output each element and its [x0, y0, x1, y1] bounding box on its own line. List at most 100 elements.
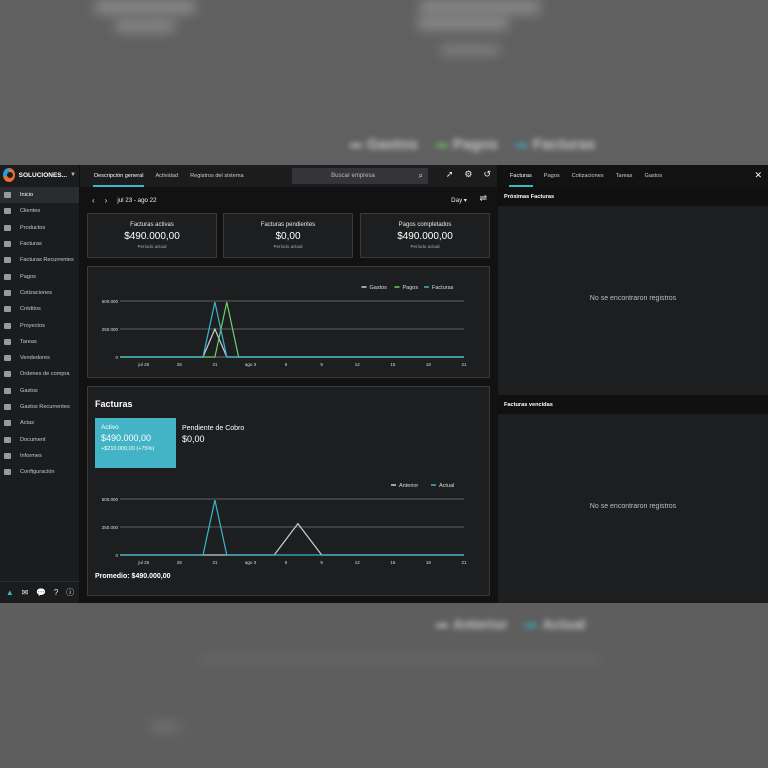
background-top: Gastos Pagos Facturas [0, 0, 768, 165]
sidebar-item-pagos[interactable]: Pagos [0, 268, 79, 284]
users-icon [3, 208, 11, 215]
stat-value: $0,00 [275, 231, 301, 242]
sidebar-item-label: Actas [20, 420, 34, 427]
tab-overview[interactable]: Descripción general [88, 165, 149, 187]
sidebar-item-vendedores[interactable]: Vendedores [0, 350, 79, 366]
gear-icon [3, 469, 11, 476]
info-icon[interactable]: ⓘ [66, 587, 74, 598]
y-tick-label: 0 [115, 355, 118, 360]
x-tick-label: 28 [177, 362, 183, 367]
pending-value: $0,00 [182, 434, 205, 444]
background-legend-2: Anterior Actual [436, 616, 585, 632]
rtab-tareas[interactable]: Tareas [610, 165, 639, 187]
sidebar-footer: ▲ ✉ 💬 ? ⓘ [0, 581, 80, 603]
sidebar-item-label: Gastos Recurrentes [20, 404, 70, 410]
sidebar-item-cotizaciones[interactable]: Cotizaciones [0, 285, 79, 301]
empty-message: No se encontraron registros [589, 503, 677, 510]
x-tick-label: ago 3 [245, 560, 257, 565]
x-tick-label: jul 25 [137, 560, 149, 565]
sidebar-item-gastos[interactable]: Gastos [0, 383, 79, 399]
rtab-cotizaciones[interactable]: Cotizaciones [566, 165, 610, 187]
y-tick-label: 500.000 [102, 299, 119, 304]
company-switcher[interactable]: SOLUCIONES... ▼ [0, 165, 79, 185]
x-tick-label: 12 [355, 362, 361, 367]
filter-icon[interactable]: ⇌ [479, 193, 487, 204]
x-tick-label: 18 [426, 560, 432, 565]
mail-icon[interactable]: ✉ [22, 588, 29, 597]
sidebar-item-informes[interactable]: Informes [0, 448, 79, 464]
stat-title: Facturas pendientes [260, 222, 316, 228]
history-icon[interactable]: ↺ [483, 169, 491, 180]
next-arrow-icon[interactable]: › [105, 196, 108, 205]
app-window: SOLUCIONES... ▼ Inicio Clientes Productos F… [0, 165, 768, 603]
file-icon [3, 289, 11, 296]
search-input[interactable]: Buscar empresa ⌕ [292, 168, 428, 184]
sidebar-item-document[interactable]: Document [0, 431, 79, 447]
sidebar-item-tareas[interactable]: Tareas [0, 334, 79, 350]
sidebar-item-proyectos[interactable]: Proyectos [0, 317, 79, 333]
rtab-gastos[interactable]: Gastos [638, 165, 668, 187]
pending-summary[interactable]: Pendiente de Cobro $0,00 [182, 425, 244, 444]
cube-icon [3, 224, 11, 231]
settings-icon[interactable]: ⚙ [464, 169, 472, 180]
legend-label: Actual [439, 483, 454, 489]
rtab-facturas[interactable]: Facturas [504, 165, 538, 187]
x-tick-label: 15 [390, 560, 396, 565]
file-icon [3, 371, 11, 378]
y-tick-label: 500.000 [102, 497, 119, 502]
sidebar-item-label: Proyectos [20, 322, 45, 329]
triangle-icon[interactable]: ▲ [6, 588, 14, 597]
legend-actual: Actual [525, 616, 585, 632]
sidebar-item-ordenes-de-compra[interactable]: Ordenes de compra [0, 366, 79, 382]
clock-icon [3, 338, 11, 345]
sidebar-item-label: Tareas [20, 338, 37, 345]
active-summary[interactable]: Activo $490.000,00 +$210.000,00 (+75%) [95, 418, 176, 468]
stat-card-active-invoices: Facturas activas $490.000,00 Período act… [87, 213, 217, 258]
image-icon [3, 436, 11, 443]
upcoming-invoices-body: No se encontraron registros [498, 206, 768, 395]
sidebar-item-facturas-recurrentes[interactable]: Facturas Recurrentes [0, 252, 79, 268]
date-range[interactable]: jul 23 - ago 22 [117, 197, 156, 204]
active-delta: +$210.000,00 (+75%) [101, 446, 155, 452]
rocket-icon[interactable]: ➚ [446, 169, 454, 180]
stat-subtitle: Período actual [137, 244, 167, 249]
period-select[interactable]: Day ▾ [451, 197, 467, 204]
gavel-icon [3, 420, 11, 427]
sidebar-item-productos[interactable]: Productos [0, 220, 79, 236]
background-legend: Gastos Pagos Facturas [350, 136, 595, 153]
sidebar-item-facturas[interactable]: Facturas [0, 236, 79, 252]
y-tick-label: 250.000 [102, 327, 119, 332]
sidebar-item-label: Vendedores [20, 355, 50, 362]
sidebar-item-actas[interactable]: Actas [0, 415, 79, 431]
sidebar-item-label: Gastos [20, 387, 38, 394]
sidebar-item-clientes[interactable]: Clientes [0, 203, 79, 219]
empty-message: No se encontraron registros [589, 295, 677, 302]
date-bar: ‹ › jul 23 - ago 22 Day ▾ ⇌ [80, 187, 497, 213]
rtab-pagos[interactable]: Pagos [538, 165, 566, 187]
legend-anterior: Anterior [436, 616, 507, 632]
building-icon [3, 355, 11, 362]
sidebar-item-créditos[interactable]: Créditos [0, 301, 79, 317]
legend-label: Gastos [370, 285, 388, 291]
overview-chart-card: Gastos Pagos Facturas 0 250.000 500.000 jul 25… [87, 266, 490, 378]
help-icon[interactable]: ? [54, 588, 58, 597]
chart-legend: Anterior Actual [391, 483, 454, 489]
chat-icon[interactable]: 💬 [36, 588, 46, 597]
prev-arrow-icon[interactable]: ‹ [92, 196, 95, 205]
x-tick-label: 28 [177, 560, 183, 565]
chart-icon [3, 452, 11, 459]
sidebar-item-inicio[interactable]: Inicio [0, 187, 79, 204]
tab-activity[interactable]: Actividad [149, 165, 184, 187]
sidebar-item-gastos-recurrentes[interactable]: Gastos Recurrentes [0, 399, 79, 415]
background-bottom: Anterior Actual [0, 603, 768, 768]
series-line-gastos [120, 327, 464, 358]
main-content: Descripción general Actividad Registros … [80, 165, 497, 603]
x-tick-label: 21 [461, 560, 467, 565]
x-tick-label: 6 [285, 560, 288, 565]
y-tick-label: 250.000 [102, 525, 119, 530]
close-icon[interactable]: ✕ [754, 170, 762, 181]
search-icon[interactable]: ⌕ [419, 171, 423, 181]
tab-system-logs[interactable]: Registros del sistema [184, 165, 249, 187]
sidebar-item-configuración[interactable]: Configuración [0, 464, 79, 480]
search-placeholder: Buscar empresa [331, 173, 375, 179]
